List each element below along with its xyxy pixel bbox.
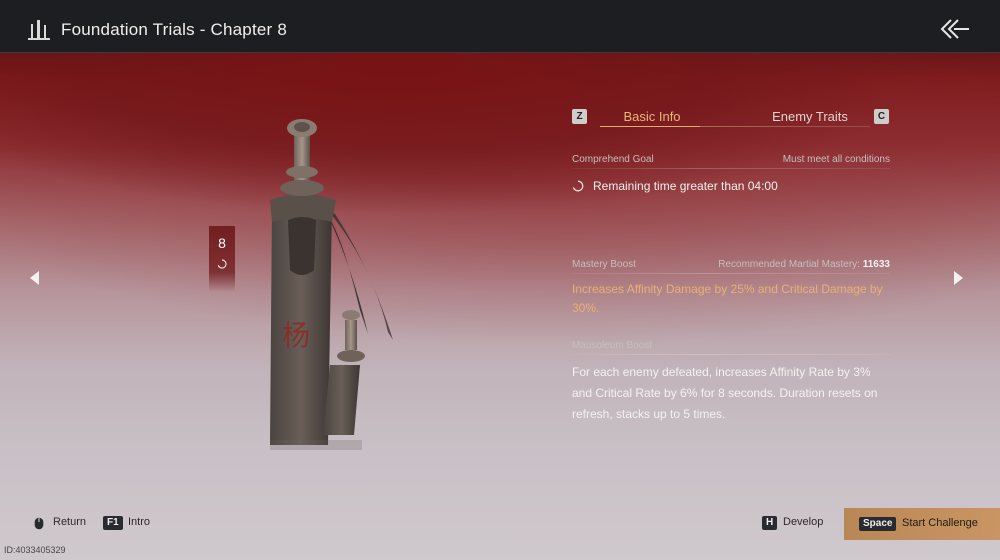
tab-divider: [700, 126, 870, 127]
mausoleum-boost-header: Mausoleum Boost: [572, 340, 890, 351]
tab-enemy-traits[interactable]: Enemy Traits: [760, 109, 860, 124]
info-panel: Z Basic Info Enemy Traits C Comprehend G…: [572, 104, 892, 421]
start-challenge-key: Space: [859, 517, 897, 531]
svg-text:杨: 杨: [282, 319, 310, 352]
recommended-mastery: Recommended Martial Mastery: 11633: [718, 259, 890, 270]
chapter-tag: 8: [209, 226, 235, 292]
previous-chapter-arrow-icon[interactable]: [30, 271, 40, 285]
goal-text: Remaining time greater than 04:00: [593, 179, 778, 193]
divider: [572, 168, 890, 169]
start-challenge-button[interactable]: Space Start Challenge: [844, 508, 1000, 540]
develop-key[interactable]: H: [762, 516, 778, 530]
develop-button[interactable]: Develop: [783, 516, 823, 528]
double-chevron-back-icon[interactable]: [940, 18, 970, 40]
recommended-mastery-value: 11633: [862, 259, 890, 270]
tab-basic-info[interactable]: Basic Info: [602, 109, 702, 124]
swords-artwork: 杨: [270, 119, 393, 450]
start-challenge-label: Start Challenge: [902, 517, 978, 529]
mastery-boost-label: Mastery Boost: [572, 259, 636, 270]
top-bar: Foundation Trials - Chapter 8: [0, 0, 1000, 53]
tower-icon: [28, 20, 50, 40]
mausoleum-boost-label: Mausoleum Boost: [572, 340, 653, 351]
tab-right-key[interactable]: C: [874, 109, 889, 124]
goal-row: Remaining time greater than 04:00: [572, 178, 890, 196]
loading-circle-icon: [572, 180, 584, 192]
mouse-icon: [34, 517, 44, 530]
return-button[interactable]: Return: [53, 516, 86, 528]
tab-left-key[interactable]: Z: [572, 109, 587, 124]
mastery-boost-text: Increases Affinity Damage by 25% and Cri…: [572, 282, 883, 315]
tab-bar: Z Basic Info Enemy Traits C: [572, 104, 892, 130]
player-id: ID:4033405329: [4, 545, 66, 555]
active-tab-indicator: [600, 126, 700, 127]
intro-key[interactable]: F1: [103, 516, 123, 530]
condition-note: Must meet all conditions: [782, 154, 890, 165]
chapter-number: 8: [218, 235, 226, 251]
mastery-boost-header: Mastery Boost Recommended Martial Master…: [572, 259, 890, 270]
comprehend-goal-header: Comprehend Goal Must meet all conditions: [572, 154, 890, 165]
divider: [572, 273, 890, 274]
mausoleum-boost-text: For each enemy defeated, increases Affin…: [572, 365, 878, 421]
page-title: Foundation Trials - Chapter 8: [61, 20, 287, 39]
divider: [572, 354, 890, 355]
comprehend-goal-label: Comprehend Goal: [572, 154, 654, 165]
intro-button[interactable]: Intro: [128, 516, 150, 528]
recommended-mastery-label: Recommended Martial Mastery:: [718, 259, 860, 270]
loading-circle-icon: [217, 259, 227, 269]
next-chapter-arrow-icon[interactable]: [953, 271, 963, 285]
